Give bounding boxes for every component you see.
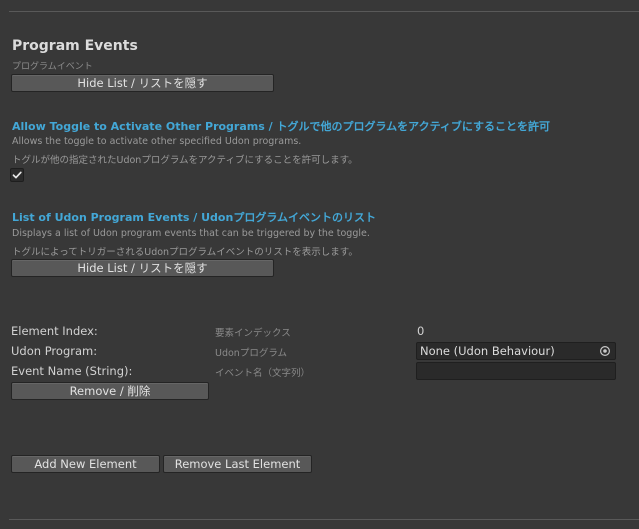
udon-program-label: Udon Program: <box>11 344 98 358</box>
allow-toggle-title: Allow Toggle to Activate Other Programs … <box>12 120 551 133</box>
element-index-value: 0 <box>417 324 425 338</box>
element-index-label: Element Index: <box>11 324 98 338</box>
event-list-desc-en: Displays a list of Udon program events t… <box>12 228 370 239</box>
udon-program-field[interactable]: None (Udon Behaviour) <box>416 342 616 360</box>
bottom-divider <box>9 519 639 520</box>
event-list-title: List of Udon Program Events / Udonプログラムイ… <box>12 211 376 224</box>
event-list-desc-ja: トグルによってトリガーされるUdonプログラムイベントのリストを表示します。 <box>12 247 358 258</box>
hide-list-button-event-list[interactable]: Hide List / リストを隠す <box>11 259 274 277</box>
object-picker-icon[interactable] <box>599 345 611 357</box>
allow-toggle-desc-en: Allows the toggle to activate other spec… <box>12 136 302 147</box>
add-new-element-button[interactable]: Add New Element <box>11 455 160 473</box>
udon-program-label-ja: Udonプログラム <box>215 348 288 359</box>
hide-list-button-program-events[interactable]: Hide List / リストを隠す <box>11 74 274 92</box>
checkmark-icon <box>12 171 22 179</box>
udon-program-value: None (Udon Behaviour) <box>420 344 555 358</box>
remove-element-button[interactable]: Remove / 削除 <box>11 382 209 400</box>
allow-toggle-desc-ja: トグルが他の指定されたUdonプログラムをアクティブにすることを許可します。 <box>12 155 358 166</box>
program-events-subtitle: プログラムイベント <box>12 62 93 72</box>
top-divider <box>9 11 639 12</box>
event-name-label-ja: イベント名（文字列） <box>215 368 311 379</box>
allow-toggle-checkbox[interactable] <box>10 168 24 182</box>
program-events-title: Program Events <box>12 38 138 54</box>
event-name-input[interactable] <box>416 362 616 380</box>
element-index-label-ja: 要素インデックス <box>215 328 291 339</box>
event-name-label: Event Name (String): <box>11 364 133 378</box>
remove-last-element-button[interactable]: Remove Last Element <box>163 455 312 473</box>
